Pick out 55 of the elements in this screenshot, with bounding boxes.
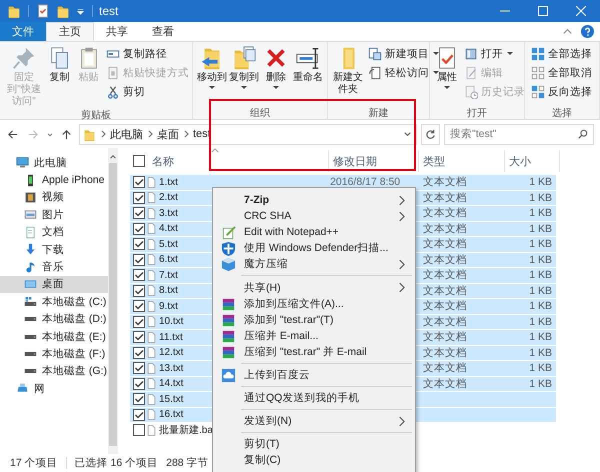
table-cell-text: 文本文档 <box>422 252 468 267</box>
table-cell-text: 1 KB <box>528 254 553 266</box>
table-cell-text: 1 KB <box>528 331 553 344</box>
status-text: 已选择 16 个项目 <box>74 456 158 470</box>
table-cell-text: 文本文档 <box>422 299 468 314</box>
table-cell-text: 1 KB <box>528 176 553 188</box>
file-name: 16.txt <box>159 409 184 420</box>
table-cell-text: 1 KB <box>528 269 553 282</box>
table-cell-text: 1 KB <box>528 207 553 220</box>
window-title: test <box>99 4 118 18</box>
table-cell-text: 1 KB <box>528 346 553 359</box>
group-label: 剪贴板 <box>80 108 112 121</box>
file-name: 7.txt <box>159 270 178 281</box>
group-label: 组织 <box>249 107 271 119</box>
table-cell-text: 1 KB <box>528 362 553 374</box>
table-cell-text: 文本文档 <box>422 376 468 391</box>
table-cell-text: 文本文档 <box>422 206 468 220</box>
file-name: 4.txt <box>159 223 178 234</box>
file-name: 15.txt <box>159 394 184 405</box>
file-name: 14.txt <box>159 378 184 390</box>
table-cell-text: 1 KB <box>528 316 553 328</box>
file-name: 3.txt <box>159 208 178 219</box>
table-cell-text: 文本文档 <box>422 330 468 344</box>
table-cell-text: 文本文档 <box>422 175 468 190</box>
file-name: 13.txt <box>159 362 184 374</box>
table-cell-text: 1 KB <box>528 300 553 312</box>
table-cell-text: 1 KB <box>528 222 553 235</box>
file-name: 12.txt <box>159 347 184 358</box>
file-name: 1.txt <box>159 176 178 188</box>
table-cell-text: 1 KB <box>528 192 553 204</box>
table-cell-text: 文本文档 <box>422 361 468 376</box>
file-name: 9.txt <box>159 300 178 312</box>
table-cell-text: 1 KB <box>528 378 553 390</box>
group-label: 打开 <box>466 106 488 119</box>
file-name: 5.txt <box>159 238 178 250</box>
group-label: 新建 <box>368 106 390 119</box>
file-name: 6.txt <box>159 254 178 266</box>
table-cell-text: 文本文档 <box>422 237 468 252</box>
table-cell-text: 文本文档 <box>422 314 468 329</box>
table-cell-text: 1 KB <box>528 238 553 250</box>
file-name: 2.txt <box>159 192 178 204</box>
table-cell-text: 文本文档 <box>422 190 468 205</box>
file-name: 11.txt <box>159 332 183 343</box>
table-cell-text: 2016/8/17 8:50 <box>329 176 402 188</box>
file-name: 批量新建.ba <box>159 424 213 438</box>
group-label: 选择 <box>551 106 573 119</box>
table-cell-text: 文本文档 <box>422 346 468 360</box>
status-text: 17 个项目 <box>10 456 58 470</box>
table-cell-text: 文本文档 <box>422 222 468 236</box>
status-text: 288 字节 <box>166 456 209 470</box>
table-cell-text: 文本文档 <box>422 284 468 298</box>
table-cell-text: 文本文档 <box>422 268 468 282</box>
table-cell-text: 1 KB <box>528 284 553 297</box>
file-name: 8.txt <box>159 285 178 296</box>
file-name: 10.txt <box>159 316 184 328</box>
